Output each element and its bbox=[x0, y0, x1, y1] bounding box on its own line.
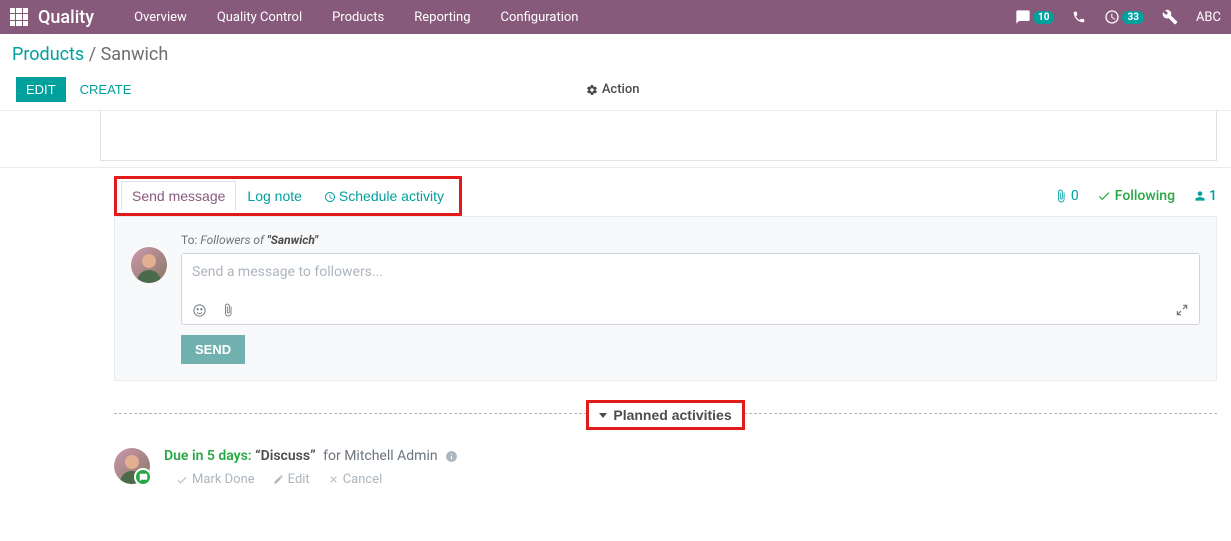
composer-to-line: To: Followers of "Sanwich" bbox=[181, 233, 1200, 247]
menu-configuration[interactable]: Configuration bbox=[486, 10, 594, 25]
menu-quality-control[interactable]: Quality Control bbox=[202, 10, 317, 25]
activity-item: Due in 5 days: “Discuss” for Mitchell Ad… bbox=[114, 448, 1217, 487]
person-icon bbox=[1193, 189, 1207, 203]
menu-reporting[interactable]: Reporting bbox=[399, 10, 485, 25]
expand-icon[interactable] bbox=[1175, 302, 1189, 318]
tabs-annotation-box: Send message Log note Schedule activity bbox=[114, 176, 462, 216]
attachment-count[interactable]: 0 bbox=[1054, 188, 1079, 204]
action-dropdown[interactable]: Action bbox=[586, 82, 640, 97]
menu-products[interactable]: Products bbox=[317, 10, 399, 25]
emoji-icon[interactable] bbox=[192, 302, 207, 318]
chatter: Send message Log note Schedule activity … bbox=[114, 168, 1217, 487]
chatter-tabs-row: Send message Log note Schedule activity … bbox=[114, 168, 1217, 216]
message-box bbox=[181, 253, 1200, 325]
followers-count[interactable]: 1 bbox=[1193, 188, 1217, 204]
activity-type-badge bbox=[134, 468, 152, 486]
clock-icon bbox=[324, 191, 336, 203]
breadcrumb-current: Sanwich bbox=[101, 44, 169, 65]
breadcrumb-parent[interactable]: Products bbox=[12, 44, 84, 65]
close-icon bbox=[328, 474, 339, 485]
top-navbar: Quality Overview Quality Control Product… bbox=[0, 0, 1231, 34]
control-panel: Products / Sanwich EDIT CREATE Action bbox=[0, 34, 1231, 111]
menu-overview[interactable]: Overview bbox=[119, 10, 202, 25]
message-composer: To: Followers of "Sanwich" SEND bbox=[114, 216, 1217, 381]
discuss-icon[interactable]: 10 bbox=[1015, 9, 1054, 25]
app-title[interactable]: Quality bbox=[38, 7, 94, 28]
phone-icon[interactable] bbox=[1072, 10, 1086, 24]
mark-done-link[interactable]: Mark Done bbox=[176, 472, 255, 487]
composer-avatar bbox=[131, 247, 167, 283]
debug-icon[interactable] bbox=[1162, 9, 1178, 25]
edit-button[interactable]: EDIT bbox=[16, 77, 66, 102]
pencil-icon bbox=[273, 474, 284, 485]
check-icon bbox=[176, 474, 188, 486]
activity-type-label: “Discuss” bbox=[255, 448, 316, 464]
top-menu: Overview Quality Control Products Report… bbox=[119, 10, 593, 25]
activities-badge: 33 bbox=[1122, 11, 1143, 24]
create-button[interactable]: CREATE bbox=[70, 77, 142, 102]
paperclip-icon bbox=[1054, 189, 1068, 203]
activity-assignee: Mitchell Admin bbox=[344, 448, 437, 464]
tab-send-message[interactable]: Send message bbox=[121, 181, 236, 211]
planned-activities-toggle[interactable]: Planned activities bbox=[599, 407, 731, 423]
activity-header: Due in 5 days: “Discuss” for Mitchell Ad… bbox=[164, 448, 1217, 464]
activity-actions: Mark Done Edit Cancel bbox=[164, 472, 1217, 487]
planned-annotation-box: Planned activities bbox=[586, 400, 744, 430]
message-toolbar bbox=[182, 296, 1199, 324]
planned-divider: Planned activities bbox=[114, 413, 1217, 414]
activity-avatar-wrap bbox=[114, 448, 150, 484]
tab-schedule-activity[interactable]: Schedule activity bbox=[313, 181, 455, 211]
info-icon[interactable] bbox=[445, 448, 458, 464]
breadcrumb-separator: / bbox=[89, 44, 101, 65]
discuss-badge: 10 bbox=[1033, 11, 1054, 24]
caret-down-icon bbox=[599, 413, 607, 418]
action-label: Action bbox=[602, 82, 640, 97]
breadcrumb: Products / Sanwich bbox=[12, 44, 1215, 65]
user-menu[interactable]: ABC bbox=[1196, 10, 1221, 25]
check-icon bbox=[1097, 189, 1111, 203]
apps-icon[interactable] bbox=[10, 8, 28, 26]
attachment-icon[interactable] bbox=[221, 302, 235, 318]
chatter-tools: 0 Following 1 bbox=[1054, 188, 1217, 204]
cancel-activity-link[interactable]: Cancel bbox=[328, 472, 383, 487]
activity-due-label: Due in 5 days: bbox=[164, 448, 252, 464]
topbar-right: 10 33 ABC bbox=[1015, 9, 1221, 25]
tab-log-note[interactable]: Log note bbox=[236, 181, 313, 211]
activities-icon[interactable]: 33 bbox=[1104, 9, 1143, 25]
message-input[interactable] bbox=[182, 254, 1199, 292]
following-toggle[interactable]: Following bbox=[1097, 188, 1175, 204]
edit-activity-link[interactable]: Edit bbox=[273, 472, 310, 487]
form-sheet-bottom bbox=[100, 111, 1217, 161]
send-button[interactable]: SEND bbox=[181, 335, 245, 364]
gear-icon bbox=[586, 84, 598, 96]
